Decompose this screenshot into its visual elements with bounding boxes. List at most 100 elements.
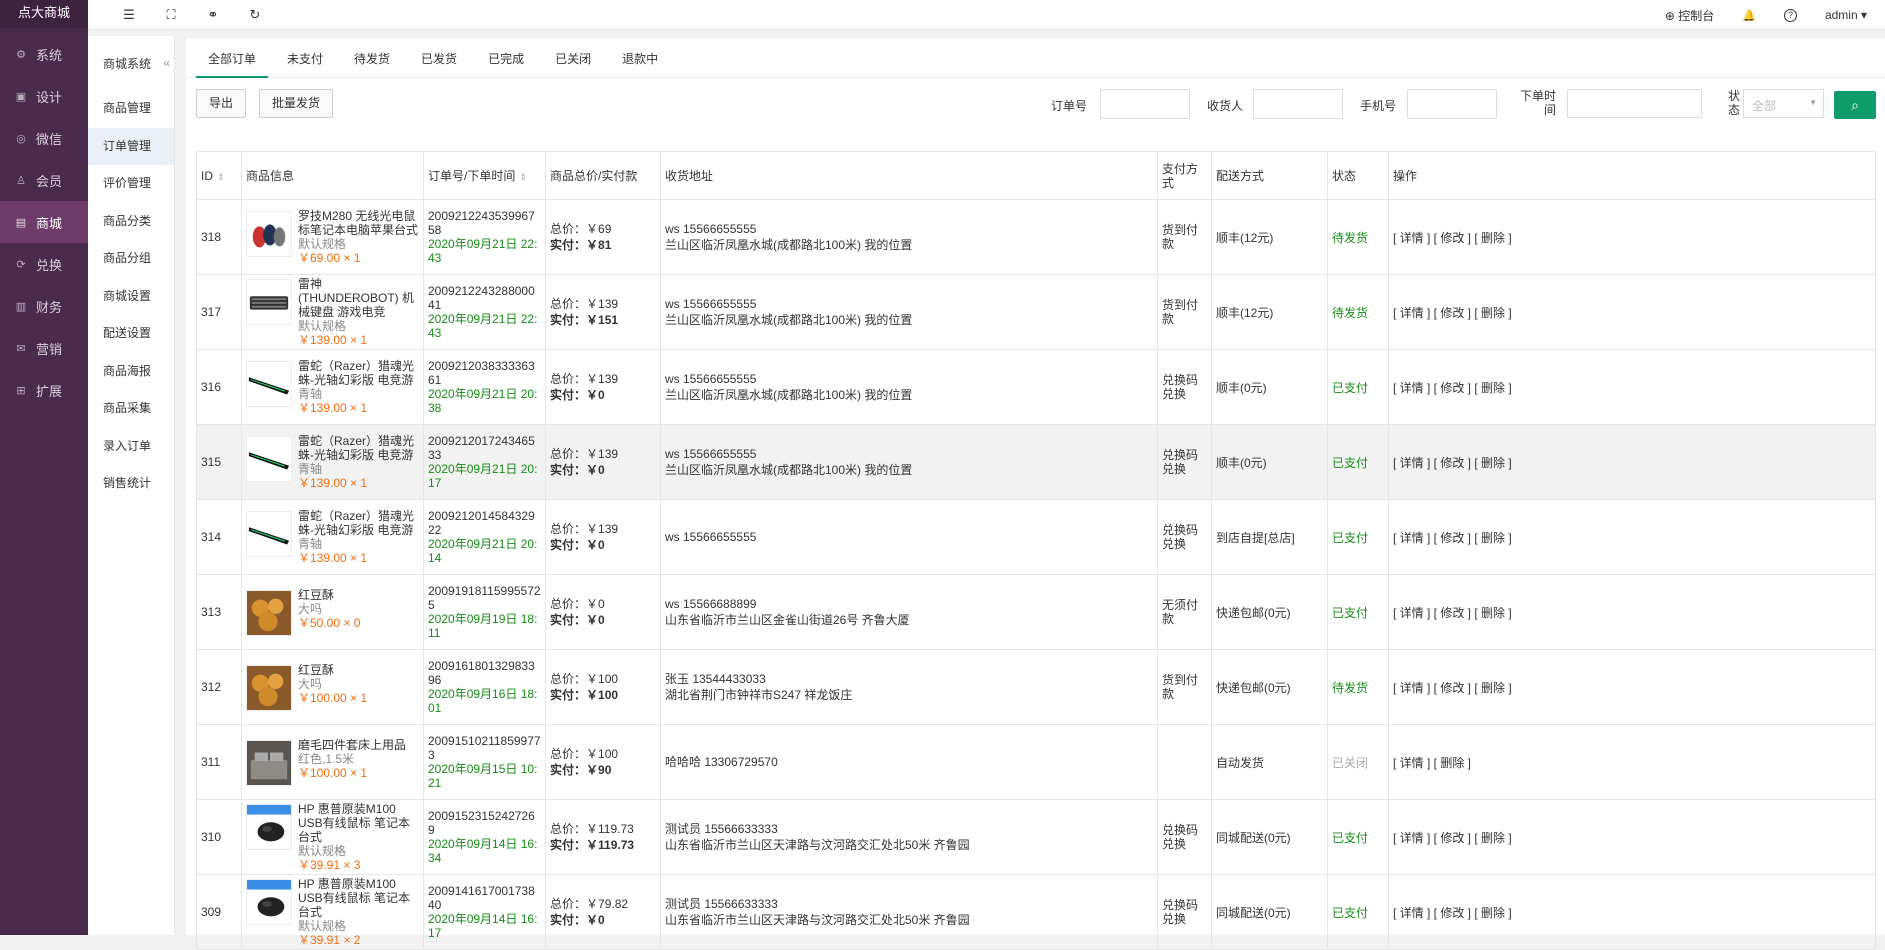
user-menu[interactable]: admin ▾ — [1825, 8, 1867, 22]
nav-item-design[interactable]: ▣ 设计 — [0, 75, 88, 117]
col-order[interactable]: 订单号/下单时间 ⇕ — [423, 151, 546, 200]
wechat-icon: ◎ — [16, 132, 26, 145]
nav-item-marketing[interactable]: ✉ 营销 — [0, 327, 88, 369]
nav-item-user[interactable]: ♙ 会员 — [0, 159, 88, 201]
sub-nav-item[interactable]: 商品分组 — [88, 240, 174, 278]
status-badge: 已关闭 — [1327, 724, 1389, 800]
sub-nav-item[interactable]: 录入订单 — [88, 428, 174, 466]
table-row[interactable]: 317 雷神(THUNDEROBOT) 机械键盘 游戏电竞 默认规格 ￥139.… — [196, 274, 1876, 350]
tab-5[interactable]: 已关闭 — [543, 38, 603, 78]
product-name[interactable]: 红豆酥 — [298, 588, 360, 602]
row-actions[interactable]: [ 详情 ] [ 修改 ] [ 删除 ] — [1388, 274, 1876, 350]
product-cell: 雷蛇（Razer）猎魂光蛛-光轴幻彩版 电竞游 青轴 ￥139.00 × 1 — [241, 349, 424, 425]
help-icon[interactable]: ? — [1783, 8, 1797, 22]
sub-nav-item[interactable]: 商品采集 — [88, 390, 174, 428]
status-badge: 待发货 — [1327, 199, 1389, 275]
product-name[interactable]: 雷蛇（Razer）猎魂光蛛-光轴幻彩版 电竞游 — [298, 359, 419, 387]
row-actions[interactable]: [ 详情 ] [ 修改 ] [ 删除 ] — [1388, 574, 1876, 650]
receiver-address: 山东省临沂市兰山区天津路与汶河路交汇处北50米 齐鲁园 — [665, 838, 970, 852]
col-id[interactable]: ID ⇕ — [196, 151, 242, 200]
sub-nav-item[interactable]: 配送设置 — [88, 315, 174, 353]
sub-nav-item[interactable]: 商品海报 — [88, 353, 174, 391]
product-name[interactable]: HP 惠普原装M100 USB有线鼠标 笔记本台式 — [298, 802, 419, 844]
phone-label: 手机号 — [1360, 99, 1397, 113]
app-logo[interactable]: 点大商城 — [0, 0, 88, 28]
nav-item-shop[interactable]: ▤ 商城 — [0, 201, 88, 243]
product-name[interactable]: HP 惠普原装M100 USB有线鼠标 笔记本台式 — [298, 877, 419, 919]
table-row[interactable]: 314 雷蛇（Razer）猎魂光蛛-光轴幻彩版 电竞游 青轴 ￥139.00 ×… — [196, 499, 1876, 575]
address-cell: 哈哈哈 13306729570 — [660, 724, 1158, 800]
tab-1[interactable]: 未支付 — [275, 38, 335, 78]
collapse-icon[interactable]: « — [163, 56, 170, 70]
product-cell: 红豆酥 大吗 ￥100.00 × 1 — [241, 649, 424, 725]
bell-icon[interactable]: 🔔 — [1742, 9, 1756, 22]
product-name[interactable]: 雷蛇（Razer）猎魂光蛛-光轴幻彩版 电竞游 — [298, 434, 419, 462]
order-no-input[interactable] — [1100, 89, 1190, 119]
menu-toggle-icon[interactable]: ☰ — [108, 7, 150, 23]
total-prefix: 总价： — [550, 297, 587, 311]
tab-4[interactable]: 已完成 — [476, 38, 536, 78]
product-name[interactable]: 罗技M280 无线光电鼠标笔记本电脑苹果台式 — [298, 209, 419, 237]
link-icon[interactable]: ⚭ — [192, 7, 234, 23]
amount-cell: 总价：￥139 实付：￥0 — [545, 424, 661, 500]
product-name[interactable]: 磨毛四件套床上用品 — [298, 738, 406, 752]
row-actions[interactable]: [ 详情 ] [ 修改 ] [ 删除 ] — [1388, 649, 1876, 725]
sub-nav-item[interactable]: 商品分类 — [88, 203, 174, 241]
product-name[interactable]: 雷蛇（Razer）猎魂光蛛-光轴幻彩版 电竞游 — [298, 509, 419, 537]
pay-method: 兑换码兑换 — [1157, 424, 1212, 500]
order-id: 316 — [196, 349, 242, 425]
nav-item-exchange[interactable]: ⟳ 兑换 — [0, 243, 88, 285]
tab-0[interactable]: 全部订单 — [196, 38, 269, 78]
export-button[interactable]: 导出 — [196, 89, 247, 118]
row-actions[interactable]: [ 详情 ] [ 修改 ] [ 删除 ] — [1388, 424, 1876, 500]
table-row[interactable]: 311 磨毛四件套床上用品 红色,1.5米 ￥100.00 × 1 200915… — [196, 724, 1876, 800]
product-name[interactable]: 雷神(THUNDEROBOT) 机械键盘 游戏电竞 — [298, 277, 419, 319]
sub-nav-item[interactable]: 订单管理 — [88, 127, 174, 165]
sub-nav-item[interactable]: 商城设置 — [88, 278, 174, 316]
table-row[interactable]: 312 红豆酥 大吗 ￥100.00 × 1 20091618013298339… — [196, 649, 1876, 725]
search-icon: ⌕ — [1851, 97, 1859, 113]
row-actions[interactable]: [ 详情 ] [ 修改 ] [ 删除 ] — [1388, 199, 1876, 275]
row-actions[interactable]: [ 详情 ] [ 修改 ] [ 删除 ] — [1388, 799, 1876, 875]
top-bar: ☰ ⛶ ⚭ ↻ ⊕ 控制台 🔔 ? admin ▾ — [88, 0, 1885, 30]
product-name[interactable]: 红豆酥 — [298, 663, 367, 677]
sub-nav-item[interactable]: 销售统计 — [88, 465, 174, 503]
console-link[interactable]: ⊕ 控制台 — [1665, 7, 1714, 24]
phone-input[interactable] — [1407, 89, 1497, 119]
pay-method: 货到付款 — [1157, 649, 1212, 725]
total-prefix: 总价： — [550, 747, 587, 761]
total-price: ￥139 — [586, 372, 619, 386]
table-row[interactable]: 318 罗技M280 无线光电鼠标笔记本电脑苹果台式 默认规格 ￥69.00 ×… — [196, 199, 1876, 275]
nav-item-wechat[interactable]: ◎ 微信 — [0, 117, 88, 159]
product-cell: 雷蛇（Razer）猎魂光蛛-光轴幻彩版 电竞游 青轴 ￥139.00 × 1 — [241, 424, 424, 500]
receiver-info: ws 15566688899 — [665, 597, 757, 611]
refresh-icon[interactable]: ↻ — [234, 7, 276, 23]
nav-item-gear[interactable]: ⚙ 系统 — [0, 33, 88, 75]
sub-nav-item[interactable]: 评价管理 — [88, 165, 174, 203]
table-row[interactable]: 316 雷蛇（Razer）猎魂光蛛-光轴幻彩版 电竞游 青轴 ￥139.00 ×… — [196, 349, 1876, 425]
tab-3[interactable]: 已发货 — [409, 38, 469, 78]
table-row[interactable]: 315 雷蛇（Razer）猎魂光蛛-光轴幻彩版 电竞游 青轴 ￥139.00 ×… — [196, 424, 1876, 500]
nav-item-extend[interactable]: ⊞ 扩展 — [0, 369, 88, 411]
row-actions[interactable]: [ 详情 ] [ 修改 ] [ 删除 ] — [1388, 349, 1876, 425]
status-select[interactable]: 全部 ▼ — [1743, 89, 1824, 118]
receiver-input[interactable] — [1253, 89, 1343, 119]
receiver-info: 测试员 15566633333 — [665, 822, 778, 836]
search-button[interactable]: ⌕ — [1834, 91, 1876, 119]
row-actions[interactable]: [ 详情 ] [ 修改 ] [ 删除 ] — [1388, 874, 1876, 950]
tab-6[interactable]: 退款中 — [610, 38, 670, 78]
order-time-input[interactable] — [1567, 89, 1702, 118]
row-actions[interactable]: [ 详情 ] [ 修改 ] [ 删除 ] — [1388, 499, 1876, 575]
table-row[interactable]: 309 HP 惠普原装M100 USB有线鼠标 笔记本台式 默认规格 ￥39.9… — [196, 874, 1876, 950]
fullscreen-icon[interactable]: ⛶ — [150, 7, 192, 23]
row-actions[interactable]: [ 详情 ] [ 删除 ] — [1388, 724, 1876, 800]
amount-cell: 总价：￥139 实付：￥151 — [545, 274, 661, 350]
batch-ship-button[interactable]: 批量发货 — [259, 89, 334, 118]
ship-method: 顺丰(0元) — [1211, 349, 1328, 425]
total-prefix: 总价： — [550, 222, 587, 236]
table-row[interactable]: 313 红豆酥 大吗 ￥50.00 × 0 200919181159955725… — [196, 574, 1876, 650]
tab-2[interactable]: 待发货 — [342, 38, 402, 78]
nav-item-finance[interactable]: ▥ 财务 — [0, 285, 88, 327]
sub-nav-item[interactable]: 商品管理 — [88, 90, 174, 128]
table-row[interactable]: 310 HP 惠普原装M100 USB有线鼠标 笔记本台式 默认规格 ￥39.9… — [196, 799, 1876, 875]
